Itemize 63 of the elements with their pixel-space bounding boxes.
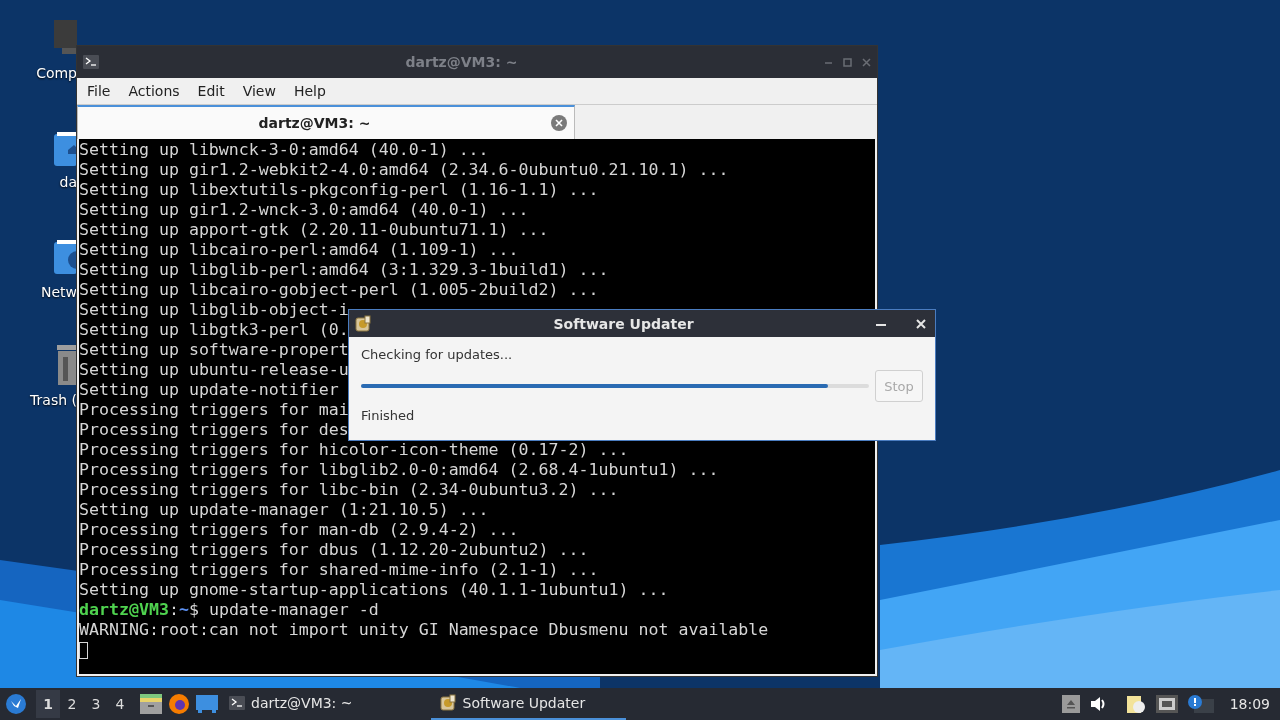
- terminal-line: Processing triggers for libglib2.0-0:amd64 (2.68.4-1ubuntu1) ...: [79, 460, 719, 480]
- terminal-line: dartz@VM3:~$ update-manager -d: [79, 600, 379, 620]
- terminal-line: Setting up ubuntu-release-u: [79, 360, 349, 380]
- terminal-line: Setting up libglib-perl:amd64 (3:1.329.3-1build1) ...: [79, 260, 609, 280]
- terminal-line: Setting up libglib-object-i: [79, 300, 349, 320]
- menu-item[interactable]: Help: [287, 83, 338, 99]
- close-tab-icon[interactable]: [551, 115, 567, 131]
- terminal-line: Setting up libextutils-pkgconfig-perl (1.16-1.1) ...: [79, 180, 599, 200]
- desktop-icon-label[interactable]: Trash (: [30, 392, 77, 408]
- terminal-line: Setting up software-propert: [79, 340, 349, 360]
- terminal-line: Setting up libwnck-3-0:amd64 (40.0-1) ...: [79, 140, 489, 160]
- terminal-line: Setting up gir1.2-wnck-3.0:amd64 (40.0-1) ...: [79, 200, 529, 220]
- network-folder-icon[interactable]: [54, 238, 77, 274]
- notification-icon[interactable]: [1187, 695, 1214, 713]
- terminal-line: Setting up libcairo-gobject-perl (1.005-2build2) ...: [79, 280, 599, 300]
- terminal-line: Setting up update-manager (1:21.10.5) ...: [79, 500, 489, 520]
- clipboard-icon[interactable]: [1125, 694, 1146, 714]
- network-icon[interactable]: [1155, 695, 1178, 713]
- updater-icon: [438, 694, 457, 712]
- terminal-line: Setting up gnome-startup-applications (40.1.1-1ubuntu1) ...: [79, 580, 669, 600]
- file-cabinet-icon[interactable]: [140, 694, 162, 714]
- text-cursor: [79, 642, 88, 659]
- terminal-line: Processing triggers for mai: [79, 400, 349, 420]
- terminal-line: Setting up libgtk3-perl (0.: [79, 320, 349, 340]
- terminal-line: Processing triggers for des: [79, 420, 349, 440]
- workspace-button[interactable]: 2: [60, 690, 84, 718]
- terminal-line: Setting up apport-gtk (2.20.11-0ubuntu71.1) ...: [79, 220, 549, 240]
- terminal-line: Setting up gir1.2-webkit2-4.0:amd64 (2.34.6-0ubuntu0.21.10.1) ...: [79, 160, 729, 180]
- desktop-icon[interactable]: [196, 695, 218, 713]
- terminal-line: Processing triggers for dbus (1.12.20-2ubuntu2) ...: [79, 540, 589, 560]
- task-button[interactable]: dartz@VM3: ~: [221, 688, 361, 720]
- maximize-icon[interactable]: [843, 57, 852, 67]
- terminal-line: Setting up libcairo-perl:amd64 (1.109-1) ...: [79, 240, 519, 260]
- menu-item[interactable]: View: [236, 83, 288, 99]
- desktop-icon-label[interactable]: Comp: [36, 65, 77, 81]
- home-folder-icon[interactable]: [54, 130, 77, 166]
- desktop-icon-label[interactable]: da: [59, 174, 77, 190]
- menu-item[interactable]: File: [81, 83, 123, 99]
- clock: 18:09: [1229, 696, 1270, 712]
- terminal-tab[interactable]: dartz@VM3: ~: [77, 105, 575, 139]
- terminal-icon: [83, 55, 99, 69]
- terminal-line: Processing triggers for hicolor-icon-theme (0.17-2) ...: [79, 440, 629, 460]
- eject-icon[interactable]: [1061, 695, 1080, 713]
- terminal-line: Processing triggers for libc-bin (2.34-0ubuntu3.2) ...: [79, 480, 619, 500]
- terminal-line: Processing triggers for shared-mime-info (2.1-1) ...: [79, 560, 599, 580]
- workspace-button[interactable]: 3: [84, 690, 108, 718]
- desktop-icon-label[interactable]: Netw: [40, 284, 77, 300]
- terminal-line: Processing triggers for man-db (2.9.4-2) ...: [79, 520, 519, 540]
- menu-item[interactable]: Actions: [122, 83, 192, 99]
- terminal-line: WARNING:root:can not import unity GI Namespace Dbusmenu not available: [79, 620, 769, 640]
- workspace-button[interactable]: 4: [108, 690, 132, 718]
- menu-item[interactable]: Edit: [191, 83, 237, 99]
- window-title: dartz@VM3: ~: [404, 54, 519, 70]
- dialog-title: Software Updater: [552, 315, 695, 332]
- terminal-line: Setting up update-notifier: [79, 380, 339, 400]
- start-menu-icon[interactable]: [6, 694, 26, 714]
- status-text: Checking for updates...: [361, 347, 514, 362]
- updater-icon: [354, 314, 372, 333]
- workspace-button[interactable]: 1: [36, 690, 60, 718]
- terminal-icon: [229, 696, 245, 710]
- detail-text: Finished: [361, 408, 416, 423]
- task-button[interactable]: Software Updater: [430, 688, 626, 720]
- browser-icon[interactable]: [168, 693, 190, 715]
